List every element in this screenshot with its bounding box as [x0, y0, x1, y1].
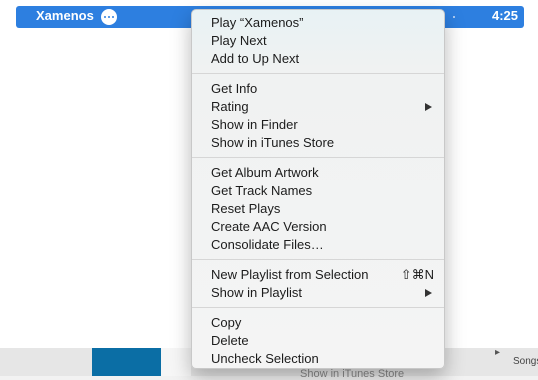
context-menu: Play “Xamenos” Play Next Add to Up Next Get… [191, 9, 445, 369]
track-title: Xamenos [36, 8, 94, 23]
menu-item-create-aac-version[interactable]: Create AAC Version [192, 218, 444, 236]
menu-item-label: Uncheck Selection [211, 351, 319, 366]
menu-item-rating[interactable]: Rating [192, 98, 444, 116]
menu-item-label: Play “Xamenos” [211, 15, 304, 30]
menu-item-label: Rating [211, 99, 249, 114]
menu-separator [192, 73, 444, 74]
menu-item-label: Copy [211, 315, 242, 330]
menu-item-reset-plays[interactable]: Reset Plays [192, 200, 444, 218]
menu-item-label: Add to Up Next [211, 51, 300, 66]
menu-item-add-to-up-next[interactable]: Add to Up Next [192, 50, 444, 68]
chevron-right-icon[interactable]: ▸ [495, 347, 500, 358]
album-artwork[interactable] [92, 348, 161, 376]
menu-item-new-playlist-from-selection[interactable]: New Playlist from Selection ⇧⌘N [192, 266, 444, 284]
menu-item-show-in-finder[interactable]: Show in Finder [192, 116, 444, 134]
track-duration: 4:25 [491, 8, 518, 23]
menu-item-delete[interactable]: Delete [192, 332, 444, 350]
menu-item-label: New Playlist from Selection [211, 267, 369, 282]
menu-item-label: Get Track Names [211, 183, 313, 198]
menu-item-label: Show in iTunes Store [211, 135, 335, 150]
album-gap [161, 348, 191, 376]
faint-menu-echo: Show in iTunes Store [300, 368, 405, 380]
menu-item-label: Consolidate Files… [211, 237, 324, 252]
keyboard-shortcut: ⇧⌘N [400, 267, 434, 282]
menu-item-get-album-artwork[interactable]: Get Album Artwork [192, 164, 444, 182]
menu-item-uncheck-selection[interactable]: Uncheck Selection [192, 350, 444, 368]
separator-dot [453, 16, 455, 18]
more-options-icon[interactable] [101, 9, 117, 25]
menu-item-label: Get Info [211, 81, 258, 96]
menu-item-label: Show in Playlist [211, 285, 303, 300]
menu-item-get-info[interactable]: Get Info [192, 80, 444, 98]
menu-separator [192, 259, 444, 260]
menu-item-consolidate-files[interactable]: Consolidate Files… [192, 236, 444, 254]
menu-item-label: Reset Plays [211, 201, 281, 216]
submenu-arrow-icon [425, 289, 432, 297]
menu-item-label: Play Next [211, 33, 267, 48]
menu-item-label: Create AAC Version [211, 219, 327, 234]
menu-item-copy[interactable]: Copy [192, 314, 444, 332]
menu-item-show-in-playlist[interactable]: Show in Playlist [192, 284, 444, 302]
submenu-arrow-icon [425, 103, 432, 111]
menu-item-label: Get Album Artwork [211, 165, 319, 180]
menu-item-label: Delete [211, 333, 249, 348]
menu-item-play-next[interactable]: Play Next [192, 32, 444, 50]
menu-item-label: Show in Finder [211, 117, 298, 132]
menu-item-get-track-names[interactable]: Get Track Names [192, 182, 444, 200]
menu-item-play-xamenos[interactable]: Play “Xamenos” [192, 14, 444, 32]
menu-separator [192, 307, 444, 308]
menu-separator [192, 157, 444, 158]
songs-label: Songs [513, 356, 538, 367]
menu-item-show-in-itunes-store[interactable]: Show in iTunes Store [192, 134, 444, 152]
